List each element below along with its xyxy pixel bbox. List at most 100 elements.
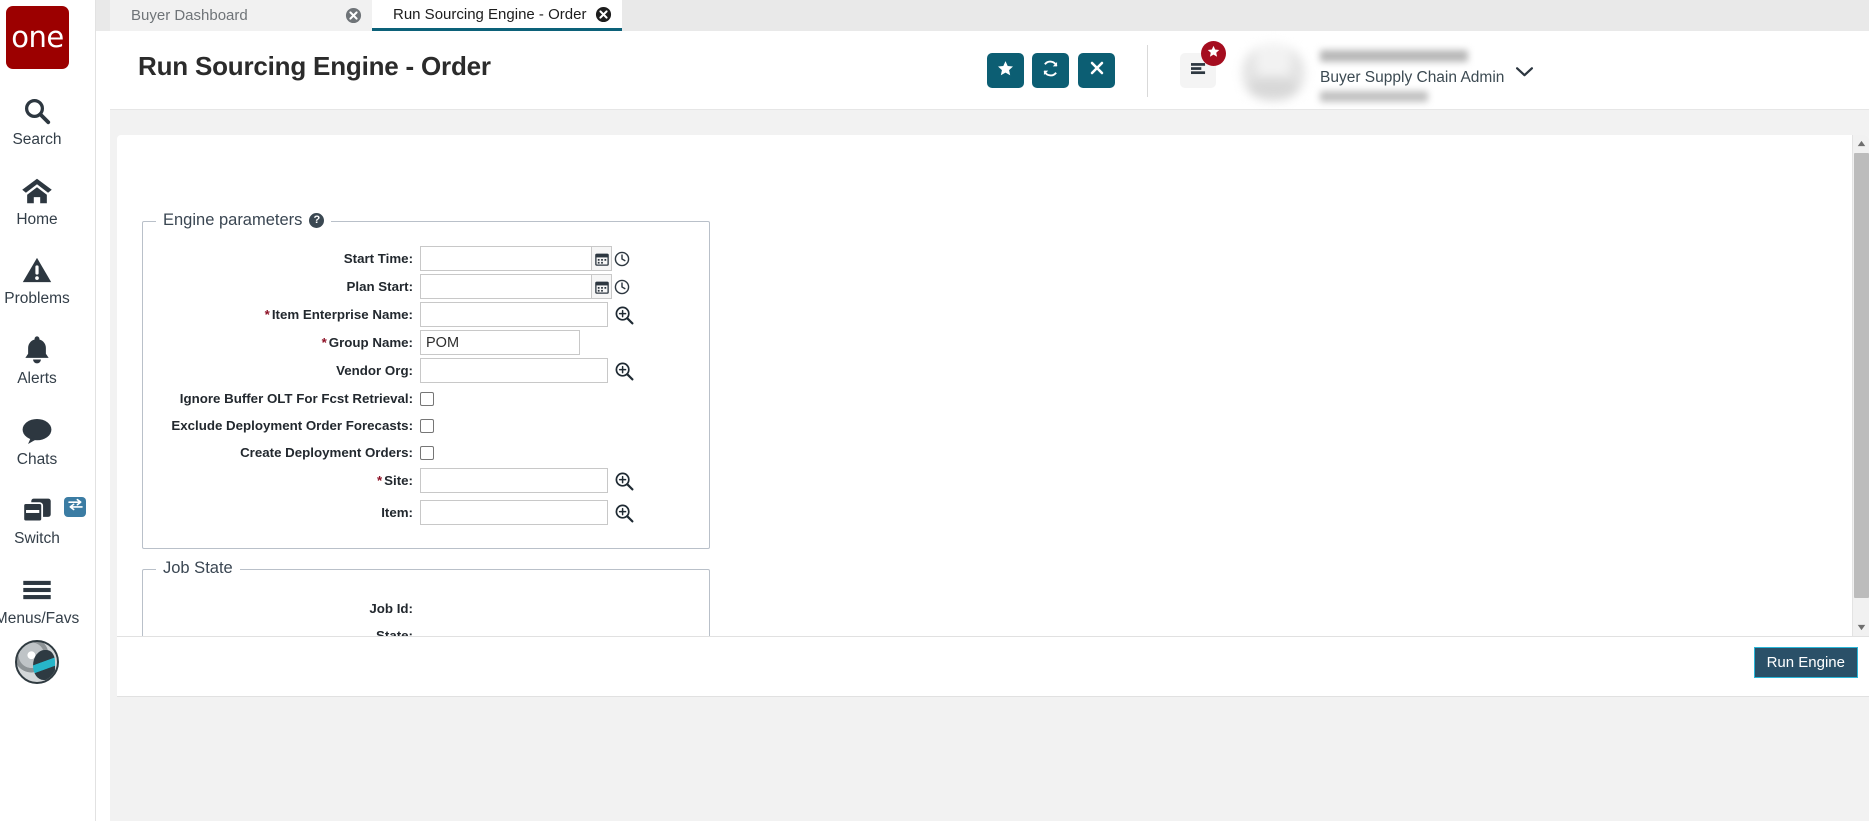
field-control-item bbox=[420, 500, 634, 525]
exclude-deployment-order-forecasts-checkbox[interactable] bbox=[420, 418, 434, 433]
user-role: Buyer Supply Chain Admin bbox=[1320, 69, 1505, 86]
close-circle-icon[interactable] bbox=[595, 6, 612, 23]
rail-item-home[interactable]: Home bbox=[0, 173, 74, 229]
rail-item-search[interactable]: Search bbox=[0, 93, 74, 149]
run-engine-button[interactable]: Run Engine bbox=[1753, 647, 1858, 678]
calendar-icon[interactable] bbox=[592, 246, 612, 271]
brand-logo-text: one bbox=[11, 20, 64, 54]
x-icon bbox=[1089, 60, 1105, 81]
home-icon bbox=[21, 173, 53, 209]
engine-parameters-legend-text: Engine parameters bbox=[163, 211, 303, 229]
rail-label-menus-favs: Menus/Favs bbox=[0, 610, 80, 627]
create-deployment-orders-checkbox[interactable] bbox=[420, 445, 434, 460]
tab-buyer-dashboard[interactable]: Buyer Dashboard bbox=[110, 0, 372, 31]
ignore-buffer-olt-checkbox[interactable] bbox=[420, 391, 434, 406]
engine-parameters-legend: Engine parameters ? bbox=[156, 211, 332, 230]
job-state-fieldset: Job State Job Id: State: bbox=[142, 559, 710, 636]
rail-label-chats: Chats bbox=[16, 451, 58, 468]
field-label-plan-start: Plan Start: bbox=[346, 279, 414, 294]
switch-org-badge-button[interactable] bbox=[64, 497, 86, 517]
field-label-start-time: Start Time: bbox=[343, 251, 413, 266]
field-row-item: Item: bbox=[143, 499, 709, 526]
field-row-item-enterprise-name: * Item Enterprise Name: bbox=[143, 301, 709, 328]
refresh-button[interactable] bbox=[1032, 53, 1069, 88]
vertical-scrollbar[interactable] bbox=[1852, 135, 1869, 636]
field-label-ignore-buffer-olt: Ignore Buffer OLT For Fcst Retrieval: bbox=[179, 391, 413, 406]
rail-item-problems[interactable]: Problems bbox=[0, 252, 74, 308]
close-button[interactable] bbox=[1078, 53, 1115, 88]
clock-icon[interactable] bbox=[612, 274, 631, 299]
rail-label-search: Search bbox=[12, 131, 62, 148]
field-label-text: Group Name: bbox=[328, 335, 413, 350]
rail-label-home: Home bbox=[16, 211, 58, 228]
rail-item-menus-favs[interactable]: Menus/Favs bbox=[0, 572, 79, 628]
rail-item-switch[interactable]: Switch bbox=[0, 492, 74, 548]
rail-item-chats[interactable]: Chats bbox=[0, 413, 74, 469]
triangle-up-icon[interactable] bbox=[1853, 135, 1869, 152]
star-icon bbox=[1207, 45, 1220, 63]
vendor-org-input[interactable] bbox=[420, 358, 608, 383]
field-label-site: * Site: bbox=[143, 473, 413, 488]
field-row-ignore-buffer-olt: Ignore Buffer OLT For Fcst Retrieval: bbox=[143, 385, 709, 412]
page-title: Run Sourcing Engine - Order bbox=[138, 51, 491, 81]
rail-item-alerts[interactable]: Alerts bbox=[0, 332, 74, 388]
footer-divider bbox=[117, 696, 1869, 697]
chevron-down-icon[interactable] bbox=[1510, 61, 1538, 83]
calendar-icon[interactable] bbox=[592, 274, 612, 299]
field-control-create-deployment-orders bbox=[420, 445, 434, 460]
warning-triangle-icon bbox=[22, 252, 52, 288]
required-marker: * bbox=[264, 307, 270, 322]
brand-logo[interactable]: one bbox=[6, 6, 69, 69]
search-plus-icon[interactable] bbox=[614, 471, 634, 491]
user-name bbox=[1320, 50, 1468, 62]
field-control-exclude-deployment-order-forecasts bbox=[420, 418, 434, 433]
scrollbar-thumb[interactable] bbox=[1854, 153, 1869, 598]
close-circle-icon[interactable] bbox=[345, 7, 362, 24]
item-enterprise-name-input[interactable] bbox=[420, 302, 608, 327]
form-footer: Run Engine bbox=[117, 636, 1869, 696]
tab-run-sourcing-engine-order[interactable]: Run Sourcing Engine - Order bbox=[372, 0, 622, 31]
field-label-state: State: bbox=[376, 628, 413, 636]
field-control-site bbox=[420, 468, 634, 493]
favorite-button[interactable] bbox=[987, 53, 1024, 88]
field-row-group-name: * Group Name: bbox=[143, 329, 709, 356]
avatar[interactable] bbox=[1242, 43, 1305, 101]
tab-strip: Buyer Dashboard Run Sourcing Engine - Or… bbox=[96, 0, 1869, 31]
swap-arrows-icon bbox=[67, 498, 83, 516]
left-nav-rail: one Search Home Problems Alerts Chats Sw… bbox=[0, 0, 96, 821]
field-label-group-name: * Group Name: bbox=[143, 335, 413, 350]
field-label-vendor-org: Vendor Org: bbox=[336, 363, 413, 378]
field-row-state: State: bbox=[143, 622, 709, 636]
field-control-plan-start bbox=[420, 274, 631, 299]
refresh-icon bbox=[1041, 59, 1060, 83]
field-row-job-id: Job Id: bbox=[143, 595, 709, 622]
field-label-item: Item: bbox=[381, 505, 413, 520]
tab-title: Buyer Dashboard bbox=[131, 7, 248, 24]
field-label-text: Item Enterprise Name: bbox=[271, 307, 413, 322]
required-marker: * bbox=[321, 335, 327, 350]
site-input[interactable] bbox=[420, 468, 608, 493]
plan-start-input[interactable] bbox=[420, 274, 592, 299]
user-avatar-icon[interactable] bbox=[15, 640, 59, 684]
start-time-input[interactable] bbox=[420, 246, 592, 271]
field-row-create-deployment-orders: Create Deployment Orders: bbox=[143, 439, 709, 466]
search-plus-icon[interactable] bbox=[614, 503, 634, 523]
rail-label-switch: Switch bbox=[14, 530, 60, 547]
triangle-down-icon[interactable] bbox=[1853, 619, 1869, 636]
group-name-input[interactable] bbox=[420, 330, 580, 355]
field-label-text: Site: bbox=[384, 473, 413, 488]
clock-icon[interactable] bbox=[612, 246, 631, 271]
search-icon bbox=[22, 93, 52, 129]
field-row-vendor-org: Vendor Org: bbox=[143, 357, 709, 384]
search-plus-icon[interactable] bbox=[614, 361, 634, 381]
star-icon bbox=[997, 60, 1014, 82]
field-control-vendor-org bbox=[420, 358, 634, 383]
item-input[interactable] bbox=[420, 500, 608, 525]
header-menu-badge bbox=[1201, 41, 1226, 66]
user-org bbox=[1320, 91, 1428, 102]
help-icon[interactable]: ? bbox=[309, 213, 325, 228]
field-row-plan-start: Plan Start: bbox=[143, 273, 709, 300]
search-plus-icon[interactable] bbox=[614, 305, 634, 325]
field-label-job-id: Job Id: bbox=[369, 601, 413, 616]
rail-label-problems: Problems bbox=[4, 290, 70, 307]
